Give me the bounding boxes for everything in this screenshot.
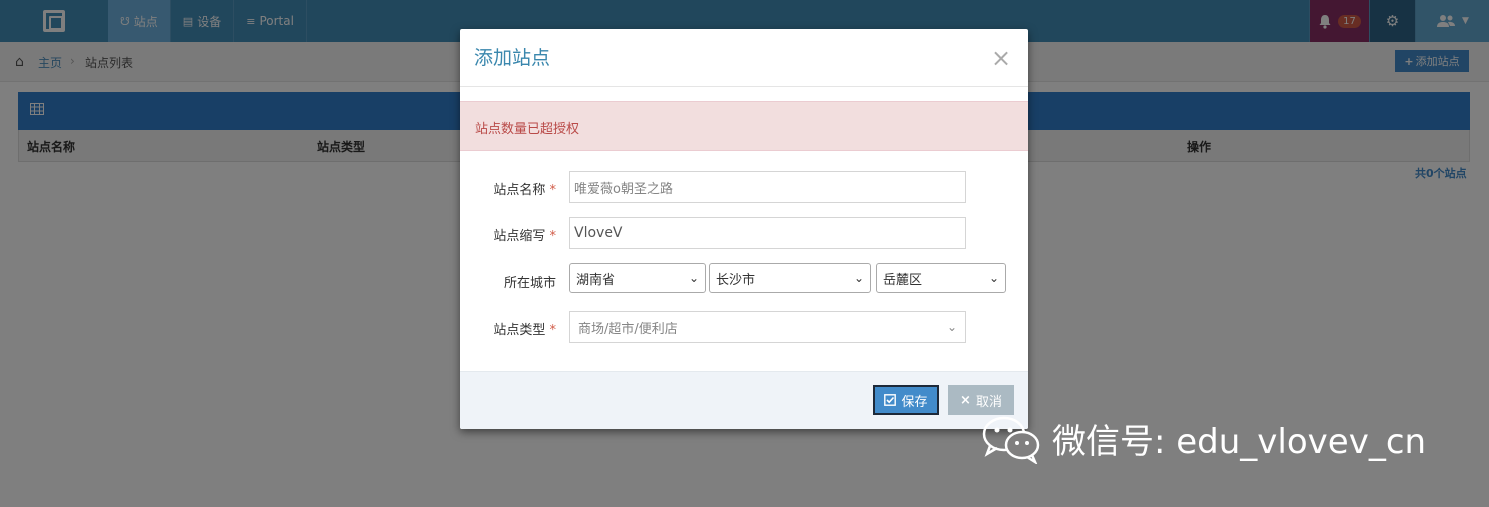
site-type-select[interactable]: 商场/超市/便利店 ⌄ xyxy=(569,311,966,343)
wechat-icon xyxy=(982,416,1040,464)
city-row: 所在城市 湖南省 ⌄ 长沙市 ⌄ 岳麓区 ⌄ xyxy=(460,263,1028,295)
chevron-down-icon: ⌄ xyxy=(853,271,864,285)
site-name-label: 站点名称 * xyxy=(493,183,556,198)
add-site-modal: 添加站点 × 站点数量已超授权 站点名称 * 唯爱薇o朝圣之路 站点缩写 * V… xyxy=(460,29,1028,429)
province-value: 湖南省 xyxy=(576,272,616,288)
check-square-icon xyxy=(884,394,897,406)
city-value: 长沙市 xyxy=(716,272,756,288)
chevron-down-icon: ⌄ xyxy=(688,271,699,285)
wechat-watermark: 微信号: edu_vlovev_cn xyxy=(980,412,1426,464)
site-abbr-label: 站点缩写 * xyxy=(493,229,556,244)
city-select[interactable]: 长沙市 ⌄ xyxy=(709,263,871,293)
city-label: 所在城市 xyxy=(503,276,556,291)
site-type-label: 站点类型 * xyxy=(493,323,556,338)
modal-title: 添加站点 xyxy=(474,47,551,69)
province-select[interactable]: 湖南省 ⌄ xyxy=(569,263,706,293)
modal-header: 添加站点 × xyxy=(460,29,1028,87)
site-name-input[interactable]: 唯爱薇o朝圣之路 xyxy=(569,171,966,203)
cancel-button[interactable]: × 取消 xyxy=(948,385,1014,415)
site-abbr-row: 站点缩写 * VloveV xyxy=(460,217,1028,249)
site-type-value: 商场/超市/便利店 xyxy=(578,321,678,337)
chevron-down-icon: ⌄ xyxy=(946,320,957,334)
district-select[interactable]: 岳麓区 ⌄ xyxy=(876,263,1006,293)
site-abbr-input[interactable]: VloveV xyxy=(569,217,966,249)
close-icon[interactable]: × xyxy=(991,46,1011,70)
times-icon: × xyxy=(960,392,971,408)
cancel-label: 取消 xyxy=(975,394,1002,410)
watermark-text: 微信号: edu_vlovev_cn xyxy=(1052,421,1427,462)
site-type-row: 站点类型 * 商场/超市/便利店 ⌄ xyxy=(460,311,1028,343)
chevron-down-icon: ⌄ xyxy=(988,271,999,285)
site-name-row: 站点名称 * 唯爱薇o朝圣之路 xyxy=(460,171,1028,203)
license-alert: 站点数量已超授权 xyxy=(460,101,1028,151)
district-value: 岳麓区 xyxy=(883,272,923,288)
save-label: 保存 xyxy=(901,394,928,410)
save-button[interactable]: 保存 xyxy=(873,385,939,415)
modal-footer: 保存 × 取消 xyxy=(460,371,1028,429)
